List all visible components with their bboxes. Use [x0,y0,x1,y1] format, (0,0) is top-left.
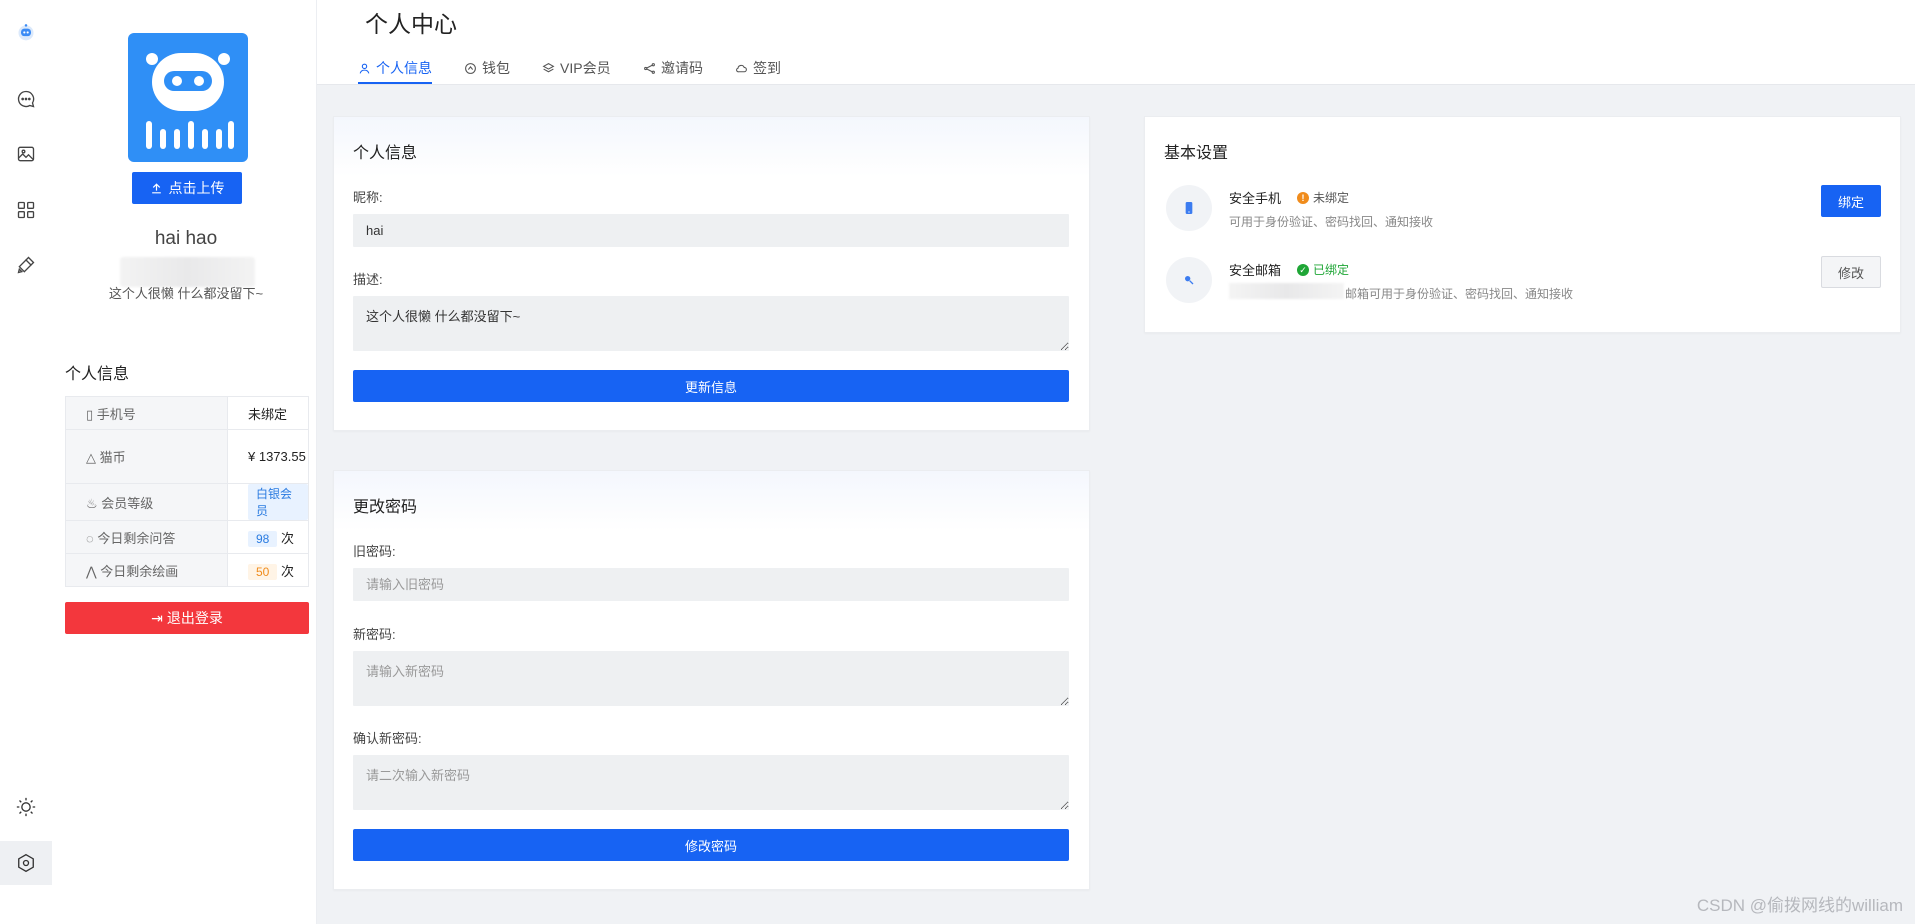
logout-label: 退出登录 [166,610,223,626]
tab-invite[interactable]: 邀请码 [643,54,703,82]
paint-icon[interactable] [0,243,52,287]
description-input[interactable]: 这个人很懒 什么都没留下~ [353,296,1069,351]
old-password-label: 旧密码: [353,544,396,559]
check-circle-icon: ✓ [1297,263,1309,276]
info-card-title: 个人信息 [353,145,418,162]
table-row: △ 猫币 ¥ 1373.55 [65,429,309,484]
upload-label: 点击上传 [168,180,225,196]
update-info-button[interactable]: 更新信息 [353,370,1069,402]
username: hai hao [154,228,218,249]
email-icon [1166,257,1212,303]
info-table: ▯ 手机号 未绑定 △ 猫币 ¥ 1373.55 ♨ 会员等级 白银会员 ◌ 今… [65,396,309,587]
qa-count-badge: 98 [248,530,278,547]
tab-checkin[interactable]: 签到 [735,54,781,82]
apps-icon[interactable] [0,188,52,232]
layers-icon [542,62,555,72]
draw-count-badge: 50 [248,563,278,580]
page-title: 个人中心 [365,11,457,37]
table-row: ♨ 会员等级 白银会员 [65,483,309,521]
user-icon [359,63,370,74]
nickname-label: 昵称: [353,190,383,205]
vip-level-badge: 白银会员 [248,484,308,520]
table-row: ◌ 今日剩余问答 98 次 [65,520,309,554]
logout-icon: ⇥ [151,609,163,626]
settings-card-title: 基本设置 [1164,145,1229,162]
bio: 这个人很懒 什么都没留下~ [108,286,264,301]
profile-panel: 点击上传 hai hao 这个人很懒 什么都没留下~ 个人信息 ▯ 手机号 未绑… [56,0,317,924]
security-phone-desc: 可用于身份验证、密码找回、通知接收 [1229,215,1434,229]
settings-icon[interactable] [0,841,52,885]
watermark: CSDN @偷拨网线的william [1696,896,1903,915]
logout-button[interactable]: ⇥ 退出登录 [65,602,309,634]
phone-icon: ▯ [86,406,94,422]
sun-icon[interactable] [0,785,52,829]
wallet-icon [465,62,476,74]
table-row: ▯ 手机号 未绑定 [65,396,309,430]
upload-button[interactable]: 点击上传 [132,172,242,204]
confirm-password-label: 确认新密码: [353,731,422,746]
fire-icon: ♨ [86,495,98,511]
tab-vip[interactable]: VIP会员 [542,54,611,82]
settings-card: 基本设置 安全手机 ! 未绑定 可用于身份验证、密码找回、通知接收 绑定 安全邮… [1144,116,1901,333]
avatar[interactable] [128,33,248,162]
security-email-title: 安全邮箱 [1229,263,1282,278]
change-password-button[interactable]: 修改密码 [353,829,1069,861]
brush-small-icon: ⋀ [86,563,97,579]
page-header: 个人中心 个人信息 钱包 VIP会员 邀请码 签到 [317,0,1915,85]
warning-icon: ! [1297,191,1309,204]
edit-email-button[interactable]: 修改 [1821,256,1881,288]
security-email-desc: 邮箱可用于身份验证、密码找回、通知接收 [1345,287,1574,301]
chat-small-icon: ◌ [86,530,94,546]
new-password-label: 新密码: [353,627,396,642]
password-card: 更改密码 旧密码: 新密码: 确认新密码: 修改密码 [333,470,1090,890]
password-card-title: 更改密码 [353,499,418,516]
info-section-title: 个人信息 [65,366,130,383]
bind-phone-button[interactable]: 绑定 [1821,185,1881,217]
coin-icon: △ [86,450,96,465]
description-label: 描述: [353,272,383,287]
cloud-icon [736,64,747,72]
info-card: 个人信息 昵称: 描述: 这个人很懒 什么都没留下~ 更新信息 [333,116,1090,431]
tab-profile[interactable]: 个人信息 [358,54,432,84]
nickname-input[interactable] [353,214,1069,247]
security-email-status: ✓ 已绑定 [1297,261,1349,278]
new-password-input[interactable] [353,651,1069,706]
phone-icon [1166,185,1212,231]
upload-icon [151,182,161,193]
old-password-input[interactable] [353,568,1069,601]
confirm-password-input[interactable] [353,755,1069,810]
image-icon[interactable] [0,132,52,176]
security-phone-title: 安全手机 [1229,191,1282,206]
security-phone-status: ! 未绑定 [1297,189,1349,206]
icon-rail [0,0,57,924]
tab-wallet[interactable]: 钱包 [464,54,510,82]
redacted-email [1229,283,1344,299]
table-row: ⋀ 今日剩余绘画 50 次 [65,553,309,587]
chat-icon[interactable] [0,77,52,121]
robot-logo-icon[interactable] [0,10,52,54]
share-icon [644,62,655,74]
